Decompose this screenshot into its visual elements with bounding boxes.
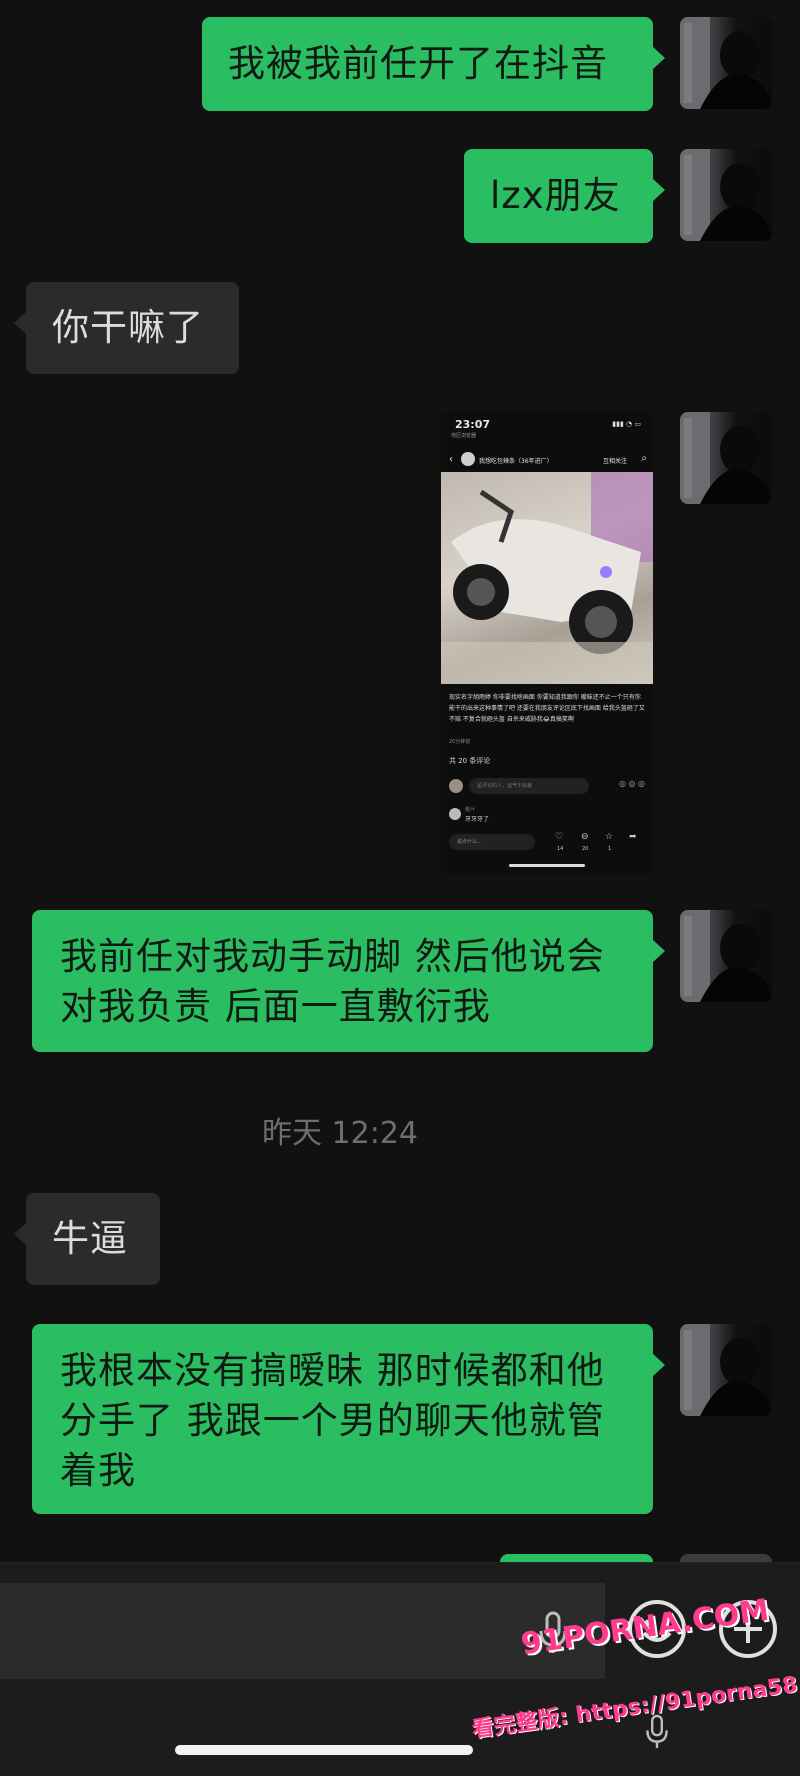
message-bubble-sent[interactable]: 我被我前任开了在抖音: [202, 17, 665, 111]
screenshot-nav: ‹ 我想吃包辣条（36年进厂） 互相关注 ⌕: [449, 452, 647, 470]
message-bubble-received[interactable]: 牛逼: [14, 1193, 160, 1285]
chat-timestamp: 昨天 12:24: [262, 1116, 418, 1151]
avatar[interactable]: [680, 412, 772, 504]
image-message-screenshot[interactable]: 23:07 地区浏览器 ▮▮▮ ◔ ▭ ‹ 我想吃包辣条（36年进厂） 互相关注…: [441, 412, 653, 874]
follow-label: 互相关注: [602, 458, 627, 465]
message-bubble-sent[interactable]: 我前任对我动手动脚 然后他说会对我负责 后面一直敷衍我: [32, 910, 665, 1052]
comment-placeholder: 留评论的人，运气不会差: [469, 778, 589, 794]
avatar[interactable]: [680, 17, 772, 109]
like-count: 14: [557, 846, 564, 852]
avatar[interactable]: [680, 1324, 772, 1416]
account-name: 我想吃包辣条（36年进厂）: [479, 458, 553, 465]
comment-author: 桃汁: [465, 807, 476, 813]
screenshot-home-bar: [509, 864, 585, 867]
message-bubble-sent[interactable]: lzx朋友: [464, 149, 665, 243]
avatar[interactable]: [680, 149, 772, 241]
scooter-photo: [441, 472, 653, 684]
favorite-count: 1: [608, 846, 612, 852]
comment-count: 20: [582, 846, 589, 852]
comments-count: 共 20 条评论: [449, 757, 491, 765]
message-bubble-received[interactable]: 你干嘛了: [14, 282, 239, 374]
message-bubble-sent[interactable]: 我根本没有搞暧昧 那时候都和他分手了 我跟一个男的聊天他就管着我: [32, 1324, 665, 1514]
comment-input-row: 留评论的人，运气不会差 ◎ ◎ ◎: [449, 776, 645, 798]
chat-input-bar: [0, 1562, 800, 1776]
commenter-avatar: [449, 779, 463, 793]
post-caption: 现实名字胡雨婷 你非要找啥画面 你要知道我跟你 暧昧还不止一个只有你能干的出来这…: [449, 694, 645, 723]
status-icons: ▮▮▮ ◔ ▭: [612, 420, 641, 428]
post-age: 20分钟前: [449, 739, 471, 745]
favorite-icon: ☆: [605, 832, 614, 842]
say-placeholder: 说点什么...: [449, 834, 535, 850]
search-icon: ⌕: [641, 453, 647, 464]
comment-text: 牙牙牙了: [465, 816, 490, 823]
message-input[interactable]: [0, 1583, 605, 1679]
avatar[interactable]: [680, 910, 772, 1002]
screenshot-carrier: 地区浏览器: [451, 433, 477, 439]
back-icon: ‹: [449, 454, 453, 465]
share-icon: ➦: [629, 832, 637, 842]
comment-icon: ⊖: [581, 832, 589, 842]
comment-avatar: [449, 808, 461, 820]
screenshot-action-bar: 说点什么... ♡ 14 ⊖ 20 ☆ 1 ➦: [449, 832, 645, 856]
profile-avatar: [461, 452, 475, 466]
home-indicator: [175, 1745, 473, 1755]
screenshot-time: 23:07: [455, 418, 491, 431]
like-icon: ♡: [555, 832, 564, 842]
emoji-icon-small: ◎ ◎ ◎: [618, 779, 645, 788]
